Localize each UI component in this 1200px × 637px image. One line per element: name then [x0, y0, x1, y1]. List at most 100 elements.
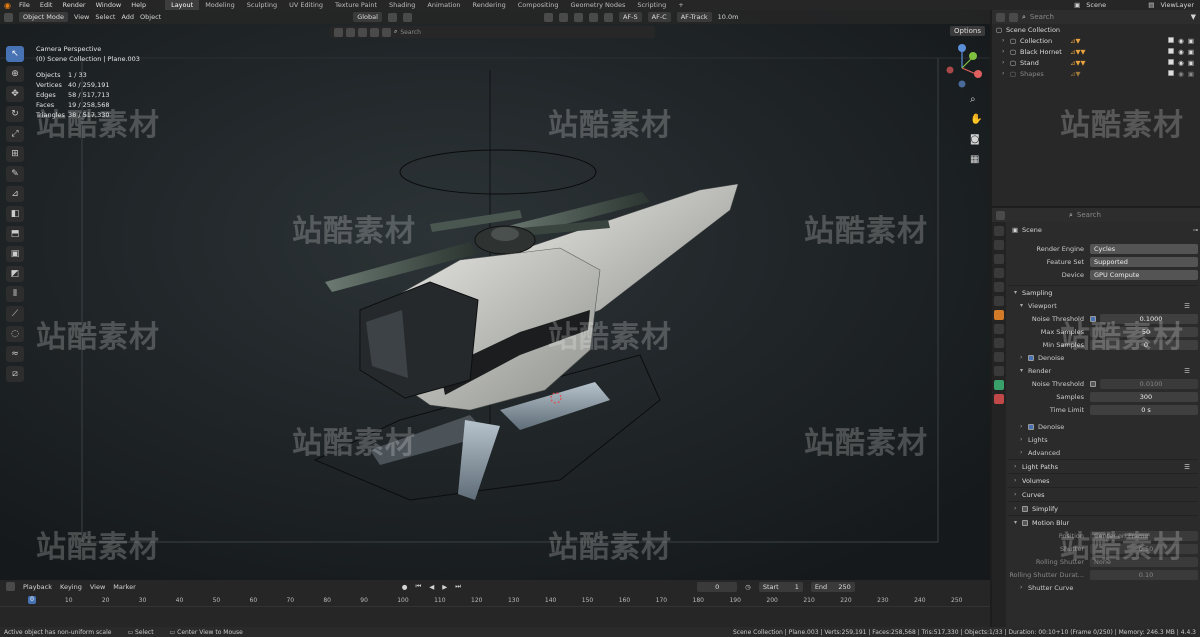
render-engine-dropdown[interactable]: Cycles — [1090, 243, 1198, 254]
tab-uv-editing[interactable]: UV Editing — [283, 0, 329, 10]
noise-threshold-checkbox[interactable] — [1090, 315, 1096, 322]
viewport-denoise-subpanel[interactable]: › Denoise — [1008, 351, 1198, 364]
tab-modeling[interactable]: Modeling — [199, 0, 241, 10]
viewport-min-samples-field[interactable]: 0 — [1090, 339, 1198, 350]
scene-name[interactable]: Scene — [1086, 1, 1142, 9]
blender-logo-icon[interactable]: ◉ — [4, 1, 14, 10]
scale-tool-icon[interactable]: ⤢ — [6, 126, 24, 142]
denoise-checkbox[interactable] — [1028, 423, 1034, 430]
measure-tool-icon[interactable]: ⊿ — [6, 186, 24, 202]
outliner-search-input[interactable]: Search — [1030, 13, 1150, 21]
list-icon[interactable]: ☰ — [1184, 463, 1198, 471]
exclude-checkbox[interactable] — [1168, 47, 1175, 54]
af-track-button[interactable]: AF-Track — [676, 12, 712, 22]
visibility-icon[interactable]: ◉ — [1178, 37, 1184, 45]
menu-marker[interactable]: Marker — [113, 583, 135, 591]
viewport-subpanel[interactable]: ▾ Viewport ☰ — [1008, 299, 1198, 312]
material-tab-icon[interactable] — [994, 394, 1004, 404]
list-icon[interactable]: ☰ — [1184, 367, 1198, 375]
gizmo-neg-y-icon[interactable] — [958, 80, 966, 88]
advanced-subpanel[interactable]: › Advanced — [1008, 446, 1198, 459]
menu-select[interactable]: Select — [95, 13, 115, 21]
exclude-checkbox[interactable] — [1168, 69, 1175, 76]
proportional-edit-icon[interactable] — [402, 12, 412, 22]
filter-icon[interactable] — [382, 27, 391, 37]
end-frame-field[interactable]: End 250 — [810, 581, 855, 592]
playhead[interactable]: 0 — [28, 596, 36, 604]
pin-icon[interactable]: ⊸ — [1193, 226, 1198, 234]
shading-material-icon[interactable] — [588, 12, 598, 22]
rotate-tool-icon[interactable]: ↻ — [6, 106, 24, 122]
gizmo-y-icon[interactable] — [969, 52, 977, 60]
tab-geometry-nodes[interactable]: Geometry Nodes — [565, 0, 632, 10]
smooth-tool-icon[interactable]: ≈ — [6, 346, 24, 362]
tab-texture-paint[interactable]: Texture Paint — [329, 0, 383, 10]
options-label[interactable]: Options — [950, 26, 986, 36]
tab-rendering[interactable]: Rendering — [467, 0, 512, 10]
shutter-field[interactable]: 0.50 — [1090, 543, 1198, 554]
world-tab-icon[interactable] — [994, 296, 1004, 306]
gizmo-neg-x-icon[interactable] — [946, 66, 954, 74]
menu-edit[interactable]: Edit — [35, 1, 58, 9]
list-icon[interactable]: ☰ — [1184, 302, 1198, 310]
annotate-tool-icon[interactable]: ✎ — [6, 166, 24, 182]
light-paths-panel[interactable]: › Light Paths ☰ — [1008, 459, 1198, 473]
shutter-curve-subpanel[interactable]: › Shutter Curve — [1008, 581, 1198, 594]
jump-start-icon[interactable]: ⏮ — [415, 582, 421, 591]
menu-file[interactable]: File — [14, 1, 35, 9]
gizmo-z-icon[interactable] — [958, 44, 966, 52]
visibility-icon[interactable]: ◉ — [1178, 70, 1184, 78]
mode-dropdown[interactable]: Object Mode — [19, 12, 68, 22]
snap-icon[interactable] — [387, 12, 397, 22]
menu-add[interactable]: Add — [121, 13, 134, 21]
add-cube-tool-icon[interactable]: ◧ — [6, 206, 24, 222]
play-icon[interactable]: ▶ — [442, 583, 447, 591]
pan-hand-icon[interactable]: ✋ — [970, 114, 982, 125]
spin-tool-icon[interactable]: ◌ — [6, 326, 24, 342]
knife-tool-icon[interactable]: ⟋ — [6, 306, 24, 322]
editor-type-icon[interactable] — [4, 12, 13, 22]
af-s-button[interactable]: AF-S — [618, 12, 642, 22]
list-item[interactable]: › ▢ Collection ⊿▼ ◉ ▣ — [992, 35, 1200, 46]
device-dropdown[interactable]: GPU Compute — [1090, 269, 1198, 280]
data-tab-icon[interactable] — [994, 380, 1004, 390]
extrude-tool-icon[interactable]: ⬒ — [6, 226, 24, 242]
shear-tool-icon[interactable]: ⧄ — [6, 366, 24, 382]
filter-icon[interactable]: ▼ — [1191, 13, 1196, 21]
render-noise-threshold-field[interactable]: 0.0100 — [1100, 378, 1198, 389]
view-layer-icon[interactable]: ▤ — [1148, 1, 1154, 9]
viewport-max-samples-field[interactable]: 50 — [1090, 326, 1198, 337]
menu-object[interactable]: Object — [140, 13, 161, 21]
outliner-root[interactable]: ▢ Scene Collection — [992, 24, 1200, 35]
exclude-checkbox[interactable] — [1168, 36, 1175, 43]
tab-scripting[interactable]: Scripting — [631, 0, 672, 10]
camera-view-icon[interactable]: ◙ — [970, 134, 980, 145]
menu-view[interactable]: View — [74, 13, 89, 21]
frame-ruler[interactable]: 0 10 20 30 40 50 60 70 80 90 100 110 120 130 140 150 160… — [0, 593, 990, 607]
jump-end-icon[interactable]: ⏭ — [455, 582, 461, 591]
focus-distance-value[interactable]: 10.0m — [718, 13, 739, 21]
render-icon[interactable]: ▣ — [1188, 37, 1194, 45]
list-item[interactable]: › ▢ Shapes ⊿▼ ◉ ▣ — [992, 68, 1200, 79]
visibility-icon[interactable]: ◉ — [1178, 48, 1184, 56]
viewport-search-input[interactable]: Search — [400, 29, 421, 36]
transform-tool-icon[interactable]: ⊞ — [6, 146, 24, 162]
viewport-scene[interactable] — [0, 10, 990, 580]
tab-layout[interactable]: Layout — [165, 0, 200, 10]
rolling-shutter-dropdown[interactable]: None — [1090, 556, 1198, 567]
render-tab-icon[interactable] — [994, 240, 1004, 250]
view-layer-tab-icon[interactable] — [994, 268, 1004, 278]
menu-playback[interactable]: Playback — [23, 583, 52, 591]
gizmo-x-icon[interactable] — [974, 70, 982, 78]
properties-search-input[interactable]: Search — [1077, 211, 1101, 219]
tool-tab-icon[interactable] — [994, 226, 1004, 236]
rolling-duration-field[interactable]: 0.10 — [1090, 569, 1198, 580]
tab-sculpting[interactable]: Sculpting — [241, 0, 283, 10]
render-icon[interactable]: ▣ — [1188, 70, 1194, 78]
perspective-toggle-icon[interactable]: ▦ — [970, 154, 979, 165]
clock-icon[interactable]: ◷ — [745, 583, 751, 591]
list-item[interactable]: › ▢ Stand ⊿▼▼ ◉ ▣ — [992, 57, 1200, 68]
add-workspace-icon[interactable]: + — [672, 0, 689, 10]
expand-icon[interactable]: › — [1002, 59, 1010, 66]
output-tab-icon[interactable] — [994, 254, 1004, 264]
